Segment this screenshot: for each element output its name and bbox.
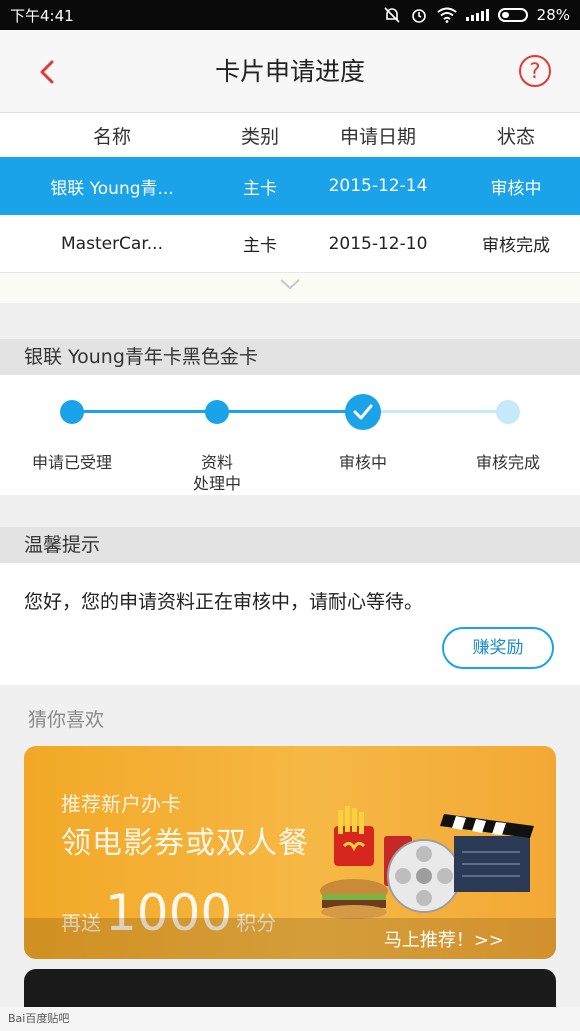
banner-headline: 领电影券或双人餐 [61, 826, 309, 861]
progress-track-pending [363, 410, 508, 413]
table-row[interactable]: 银联 Young青... 主卡 2015-12-14 审核中 [0, 157, 580, 215]
expand-toggle[interactable] [0, 273, 580, 303]
column-header: 名称 [92, 125, 131, 148]
column-header: 状态 [496, 125, 535, 148]
banner-cta-bar[interactable]: 马上推荐！>> [24, 918, 556, 959]
step-dot-done [60, 400, 84, 424]
tip-title: 温馨提示 [0, 527, 580, 563]
nav-bar: 卡片申请进度 ? [0, 30, 580, 113]
back-button[interactable] [30, 54, 66, 90]
banner-illustration [320, 806, 534, 919]
step-label: 申请已受理 [31, 453, 112, 472]
tip-box: 您好，您的申请资料正在审核中，请耐心等待。 赚奖励 [0, 563, 580, 685]
cell-name: 银联 Young青... [50, 178, 174, 199]
step-dot-done [205, 400, 229, 424]
status-time: 下午4:41 [10, 6, 74, 25]
application-table: 名称 类别 申请日期 状态 银联 Young青... 主卡 2015-12-14… [0, 113, 580, 303]
cell-name: MasterCar... [61, 233, 163, 254]
alarm-icon [411, 9, 426, 23]
mute-icon [384, 7, 400, 23]
chevron-down-icon [280, 279, 300, 290]
step-label: 审核中 [338, 453, 387, 472]
reward-button[interactable]: 赚奖励 [442, 627, 554, 669]
status-bar: 下午4:41 28% [0, 0, 580, 30]
cell-status: 审核中 [490, 178, 542, 199]
cell-date: 2015-12-10 [328, 233, 428, 254]
page-title: 卡片申请进度 [214, 57, 365, 86]
battery-icon [497, 8, 528, 22]
checkmark-icon [353, 404, 373, 420]
banner-cta-label: 马上推荐！>> [383, 930, 504, 951]
status-icons: 28% [383, 6, 570, 24]
promo-banner[interactable]: 推荐新户办卡 领电影券或双人餐 再送 1000 积分 马上推荐！>> [24, 746, 556, 959]
card-title: 银联 Young青年卡黑色金卡 [0, 339, 580, 375]
tip-message: 您好，您的申请资料正在审核中，请耐心等待。 [24, 591, 424, 613]
step-label-line2: 处理中 [192, 474, 241, 493]
battery-level: 28% [536, 6, 570, 24]
cell-type: 主卡 [243, 236, 277, 256]
step-dot-current [345, 394, 381, 430]
table-row[interactable]: MasterCar... 主卡 2015-12-10 审核完成 [0, 215, 580, 273]
step-label: 审核完成 [475, 453, 540, 472]
wifi-icon [437, 7, 457, 23]
step-label-line1: 资料 [200, 453, 233, 472]
help-button[interactable]: ? [519, 55, 551, 87]
table-header: 名称 类别 申请日期 状态 [0, 113, 580, 157]
column-header: 申请日期 [339, 125, 416, 148]
signal-icon [465, 9, 489, 21]
progress-tracker: 申请已受理 资料 处理中 审核中 审核完成 [0, 375, 580, 495]
watermark: Bai百度贴吧 [0, 1007, 580, 1031]
column-header: 类别 [240, 125, 279, 148]
cell-date: 2015-12-14 [328, 176, 428, 196]
cell-type: 主卡 [243, 178, 277, 199]
step-label: 资料 处理中 [162, 452, 272, 494]
step-dot-pending [496, 400, 520, 424]
banner-subtitle: 推荐新户办卡 [61, 792, 181, 816]
recommend-title: 猜你喜欢 [28, 709, 105, 731]
cell-status: 审核完成 [482, 236, 550, 256]
